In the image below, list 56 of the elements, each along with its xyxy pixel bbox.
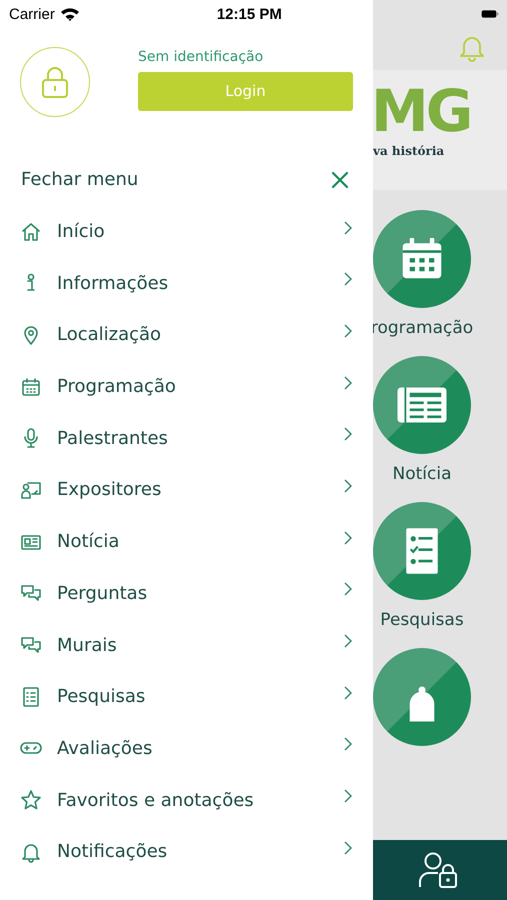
battery-icon — [481, 10, 499, 18]
close-menu-label: Fechar menu — [21, 169, 138, 190]
menu-item[interactable]: Notificações — [0, 826, 373, 878]
menu-item[interactable]: Expositores — [0, 464, 373, 516]
calendar-icon — [20, 376, 42, 398]
menu-item-label: Localização — [57, 324, 162, 346]
padlock-icon — [40, 65, 70, 99]
chevron-icon — [343, 788, 353, 804]
menu-item[interactable]: Localização — [0, 309, 373, 361]
chevron-icon — [343, 374, 353, 391]
menu-item-label: Avaliações — [57, 738, 154, 759]
menu-item-label: Notificações — [57, 841, 168, 862]
chevron-icon — [343, 840, 353, 856]
menu-item[interactable]: Favoritos e anotações — [0, 774, 373, 826]
menu-item[interactable]: Início — [0, 206, 373, 258]
star-icon — [20, 789, 42, 812]
chevron-icon — [343, 684, 353, 701]
chevron-icon — [343, 426, 353, 442]
user-status-label: Sem identificação — [138, 48, 264, 66]
chevron-icon — [343, 220, 353, 236]
menu-item-label: Início — [57, 221, 106, 242]
clock-time: 12:15 PM — [216, 6, 282, 22]
menu-item-label: Murais — [57, 634, 118, 656]
menu-item-label: Programação — [57, 376, 177, 398]
menu-item-label: Expositores — [57, 479, 162, 500]
menu-item[interactable]: Perguntas — [0, 568, 373, 620]
logo-tagline: va história — [373, 144, 446, 158]
logo-letters: MG — [371, 80, 472, 142]
wifi-icon — [60, 7, 80, 21]
chevron-icon — [343, 633, 353, 650]
menu-item-label: Favoritos e anotações — [57, 790, 255, 811]
menu-item[interactable]: Informações — [0, 257, 373, 310]
checklist-icon — [20, 686, 42, 708]
menu-item[interactable]: Avaliações — [0, 722, 373, 774]
menu-item[interactable]: Palestrantes — [0, 412, 373, 464]
close-icon[interactable] — [331, 170, 349, 189]
tile-label: Pesquisas — [380, 610, 464, 632]
tile-label: rogramação — [370, 318, 474, 340]
menu-item[interactable]: Notícia — [0, 516, 373, 568]
tile-label: Notícia — [392, 464, 452, 486]
menu-item-label: Pesquisas — [57, 686, 146, 708]
menu-item-label: Notícia — [57, 531, 120, 552]
house-icon — [20, 220, 42, 243]
chevron-icon — [343, 530, 353, 546]
menu-item[interactable]: Pesquisas — [0, 670, 373, 723]
chevron-icon — [343, 322, 353, 339]
chevron-icon — [343, 271, 353, 288]
menu-item[interactable]: Programação — [0, 360, 373, 412]
chevron-icon — [343, 581, 353, 598]
chevron-icon — [343, 736, 353, 752]
menu-item-label: Informações — [57, 272, 170, 294]
carrier-label: Carrier — [9, 6, 55, 22]
menu-item-label: Palestrantes — [57, 428, 169, 449]
menu-item-label: Perguntas — [57, 582, 148, 604]
chevron-icon — [343, 478, 353, 494]
menu-item[interactable]: Murais — [0, 619, 373, 671]
